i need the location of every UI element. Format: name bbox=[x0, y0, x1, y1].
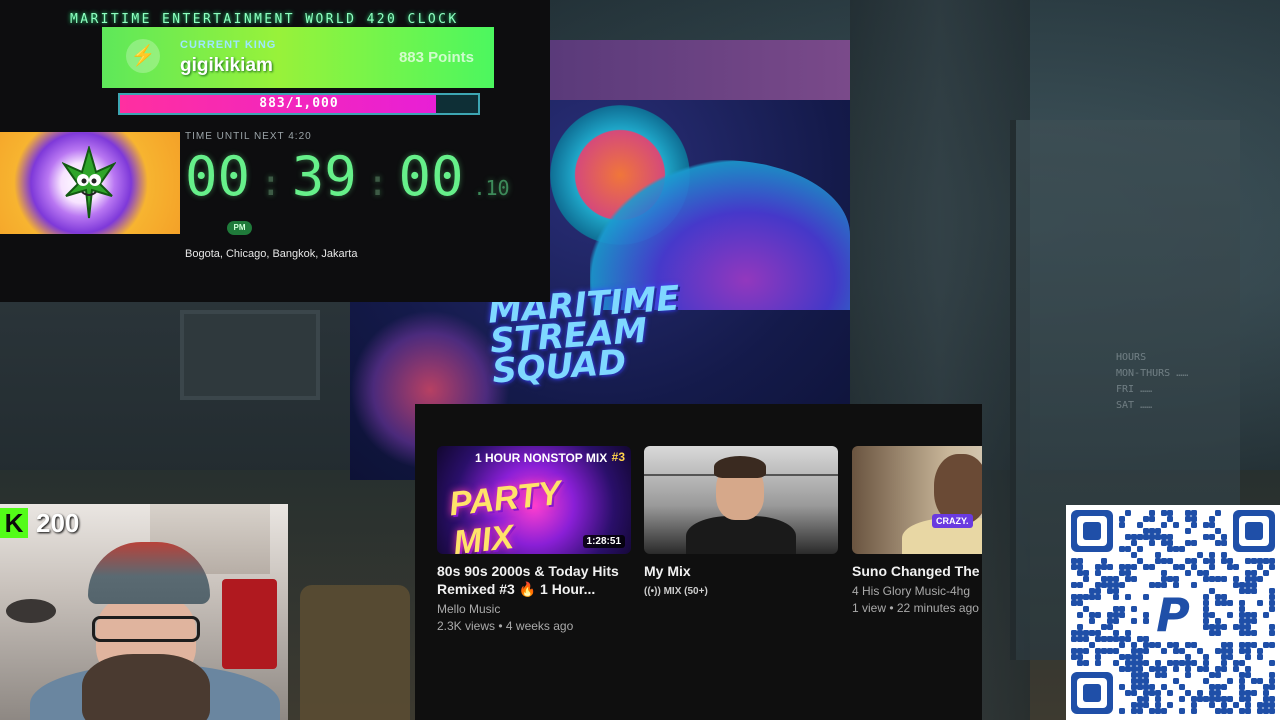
king-name: gigikikiam bbox=[180, 55, 273, 76]
timer-hours: 00 bbox=[185, 145, 251, 208]
webcam-glasses bbox=[92, 616, 200, 642]
video-card[interactable]: My Mix ((•)) MIX (50+) bbox=[644, 446, 838, 600]
stream-overlay: HOURS MON-THURS …… FRI …… SAT …… MARITIME S… bbox=[0, 0, 1280, 720]
timer-minutes: 39 bbox=[291, 145, 357, 208]
paypal-qr-code[interactable]: P bbox=[1066, 505, 1280, 720]
king-points: 883 Points bbox=[398, 49, 474, 66]
thumbnail-caption: 1 HOUR NONSTOP MIX bbox=[475, 451, 608, 465]
leaf-icon bbox=[62, 146, 116, 219]
ampm-badge: PM bbox=[227, 221, 252, 235]
video-stats: 1 view • 22 minutes ago bbox=[852, 601, 979, 615]
video-stats: 2.3K views • 4 weeks ago bbox=[437, 619, 574, 633]
clock-widget: MARITIME ENTERTAINMENT WORLD 420 CLOCK ⚡… bbox=[0, 0, 550, 302]
thumbnail-tag: CRAZY. bbox=[932, 514, 973, 528]
mix-label: ((•)) MIX (50+) bbox=[644, 586, 708, 597]
clock-heading: MARITIME ENTERTAINMENT WORLD 420 CLOCK bbox=[70, 12, 459, 27]
timer-label: TIME UNTIL NEXT 4:20 bbox=[185, 131, 312, 142]
timer-seconds: 00 bbox=[398, 145, 464, 208]
poster-title-line: SQUAD bbox=[490, 342, 628, 392]
thumbnail-person bbox=[686, 516, 796, 554]
video-thumbnail[interactable] bbox=[644, 446, 838, 554]
poster-banner bbox=[550, 40, 850, 100]
thumbnail-hair bbox=[714, 456, 766, 478]
cannabis-mascot-image bbox=[0, 132, 180, 234]
webcam-beard bbox=[82, 654, 210, 720]
qr-pattern: P bbox=[1071, 510, 1275, 714]
timer-separator: : bbox=[260, 163, 282, 204]
video-card[interactable]: 1 HOUR NONSTOP MIX #3 PARTY MIX 1:28:51 … bbox=[437, 446, 631, 635]
video-title[interactable]: 80s 90s 2000s & Today Hits Remixed #3 🔥 … bbox=[437, 562, 627, 598]
kick-logo-icon: K bbox=[0, 508, 28, 538]
video-thumbnail[interactable]: CRAZY. bbox=[852, 446, 982, 554]
video-card[interactable]: CRAZY. Suno Changed The G 4 His Glory Mu… bbox=[852, 446, 982, 617]
video-duration: 1:28:51 bbox=[582, 535, 625, 548]
timer-separator: : bbox=[366, 163, 389, 204]
webcam-cat bbox=[6, 599, 56, 623]
video-thumbnail[interactable]: 1 HOUR NONSTOP MIX #3 PARTY MIX 1:28:51 bbox=[437, 446, 631, 554]
points-progress-text: 883/1,000 bbox=[259, 96, 339, 111]
webcam-red-fridge bbox=[222, 579, 277, 669]
thumbnail-badge: #3 bbox=[611, 450, 625, 464]
video-title[interactable]: Suno Changed The G bbox=[852, 562, 982, 580]
timer-fraction: .10 bbox=[473, 176, 510, 200]
youtube-recommendations: 1 HOUR NONSTOP MIX #3 PARTY MIX 1:28:51 … bbox=[415, 404, 982, 720]
paypal-logo-icon: P bbox=[1156, 588, 1190, 642]
viewer-count: 200 bbox=[36, 507, 80, 538]
countdown-timer: 00 : 39 : 00 .10 bbox=[185, 145, 510, 208]
points-progress-bar: 883/1,000 bbox=[118, 93, 480, 115]
cities-list: Bogota, Chicago, Bangkok, Jakarta bbox=[185, 248, 358, 260]
video-title[interactable]: My Mix bbox=[644, 562, 838, 580]
video-channel[interactable]: Mello Music bbox=[437, 601, 631, 618]
video-channel[interactable]: 4 His Glory Music-4hg bbox=[852, 583, 982, 600]
scene-chair bbox=[300, 585, 410, 720]
lightning-icon: ⚡ bbox=[126, 39, 160, 73]
king-label: CURRENT KING bbox=[180, 39, 277, 51]
kick-viewer-badge: K 200 bbox=[0, 506, 79, 540]
scene-picture-frame bbox=[180, 310, 320, 400]
current-king-card: ⚡ CURRENT KING gigikikiam 883 Points bbox=[102, 27, 494, 88]
scene-hours-sign: HOURS MON-THURS …… FRI …… SAT …… bbox=[1116, 352, 1189, 411]
